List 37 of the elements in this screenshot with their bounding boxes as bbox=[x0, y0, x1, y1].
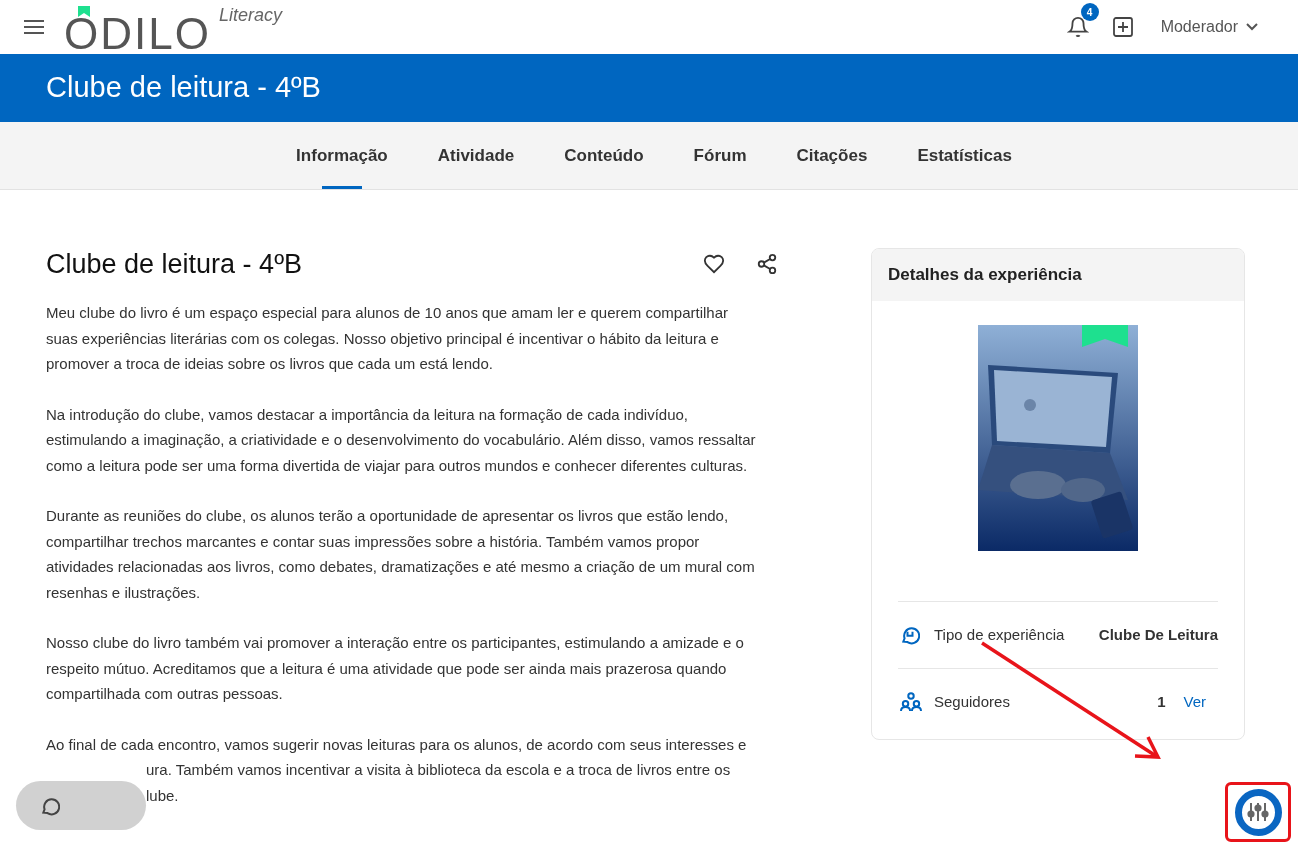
article-title: Clube de leitura - 4ºB bbox=[46, 247, 302, 281]
paragraph: Na introdução do clube, vamos destacar a importância da leitura na formação de cada indivíduo, estimulando a imaginação, a criatividade e o desenvolvimento do vocabulário. Além disso, vamos ressaltar como a leitura pode ser uma forma divertida de viajar para outros mundos e conhecer diferentes culturas. bbox=[46, 404, 757, 476]
row-value: Clube De Leitura bbox=[1098, 624, 1218, 645]
paragraph-fragment: ura. Também vamos incentivar a visita à biblioteca da escola e a troca de livros entre os bbox=[145, 760, 732, 780]
tab[interactable]: Informação bbox=[296, 122, 388, 189]
people-icon bbox=[900, 692, 922, 712]
user-menu[interactable]: Moderador bbox=[1160, 15, 1258, 39]
tab[interactable]: Estatísticas bbox=[917, 122, 1012, 189]
row-value: 1 bbox=[1157, 691, 1166, 712]
paragraph-fragment: lube. bbox=[145, 785, 180, 806]
tab[interactable]: Fórum bbox=[693, 122, 747, 189]
chat-bubble-icon bbox=[900, 625, 920, 645]
caret-icon bbox=[1246, 23, 1258, 31]
banner-title: Clube de leitura - 4ºB bbox=[46, 70, 321, 106]
row-label: Tipo de experiência bbox=[934, 624, 1065, 645]
logo-suffix: Literacy bbox=[218, 4, 282, 27]
add-icon[interactable] bbox=[1112, 17, 1133, 37]
notification-badge: 4 bbox=[1080, 3, 1099, 21]
view-link[interactable]: Ver bbox=[1183, 690, 1206, 714]
paragraph: Ao final de cada encontro, vamos sugerir novas leituras para os alunos, de acordo com seus interesses e bbox=[46, 734, 748, 755]
tab[interactable]: Conteúdo bbox=[564, 122, 644, 189]
paragraph: Meu clube do livro é um espaço especial para alunos de 10 anos que amam ler e querem compartilhar suas experiências literárias com os colegas. Nosso objetivo principal é incentivar o hábito da leitura e promover a troca de ideias sobre os livros que cada um está lendo. bbox=[46, 303, 730, 374]
bookmark-icon bbox=[78, 6, 90, 17]
logo-text: ODILO bbox=[64, 17, 211, 51]
row-label: Seguidores bbox=[934, 691, 1010, 712]
bell-icon[interactable] bbox=[1066, 16, 1089, 38]
tab[interactable]: Atividade bbox=[437, 122, 515, 189]
menu-icon[interactable] bbox=[24, 19, 44, 35]
tab[interactable]: Citações bbox=[796, 122, 868, 189]
card-title: Detalhes da experiência bbox=[888, 264, 1082, 287]
paragraph: Durante as reuniões do clube, os alunos terão a oportunidade de apresentar os livros que estão lendo, compartilhar trechos marcantes e contar suas impressões sobre a história. Também vamos propor atividades relacionadas aos livros, como debates, dramatizações e até mesmo a criação de um mural com resenhas e ilustrações. bbox=[46, 506, 756, 603]
paragraph: Nosso clube do livro também vai promover a interação entre os participantes, estimulando a amizade e o respeito mútuo. Acreditamos que a leitura é uma atividade que pode ser ainda mais prazerosa quando compartilhada com outras pessoas. bbox=[46, 633, 745, 704]
sliders-icon bbox=[1247, 802, 1269, 822]
chat-icon bbox=[40, 795, 60, 816]
settings-button[interactable] bbox=[1234, 788, 1282, 836]
heart-icon[interactable] bbox=[702, 253, 726, 275]
share-icon[interactable] bbox=[756, 253, 778, 275]
